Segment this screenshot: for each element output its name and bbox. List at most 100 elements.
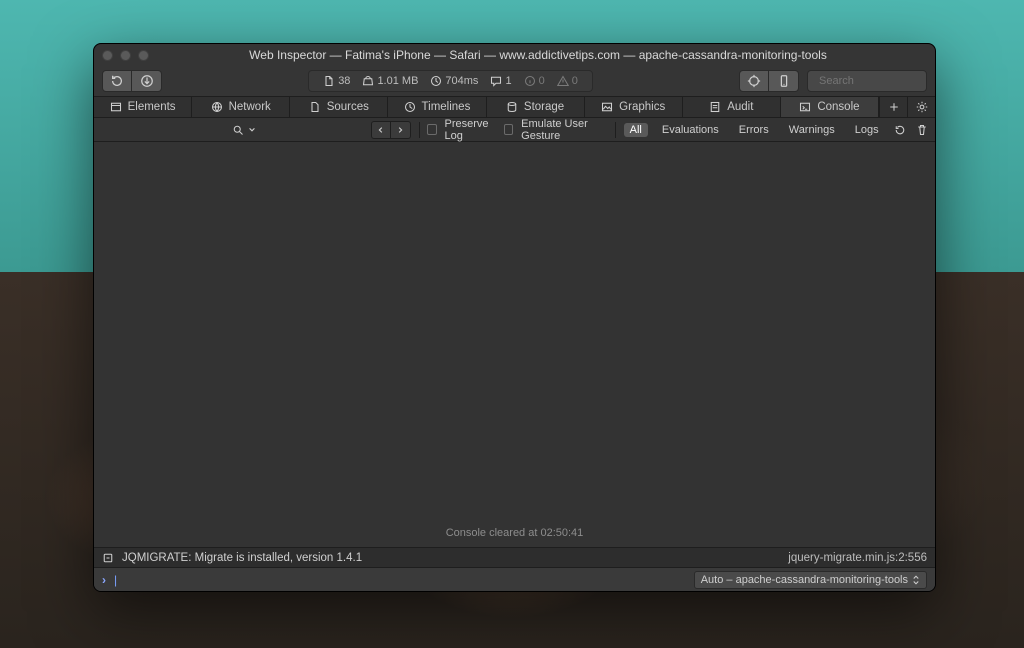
crosshair-icon	[747, 74, 761, 88]
plus-icon	[888, 101, 900, 113]
elements-icon	[110, 101, 122, 113]
tab-network-label: Network	[229, 101, 271, 113]
traffic-lights	[102, 50, 149, 61]
filter-all[interactable]: All	[624, 123, 648, 137]
execution-context-selector[interactable]: Auto – apache-cassandra-monitoring-tools	[694, 571, 927, 589]
element-selection-button[interactable]	[739, 70, 769, 92]
message-icon	[490, 75, 502, 87]
metric-messages: 1	[486, 75, 515, 87]
console-log-message: JQMIGRATE: Migrate is installed, version…	[122, 552, 362, 564]
inspector-toolbar: 38 1.01 MB 704ms 1 0 0	[94, 66, 935, 96]
metric-warnings: 0	[553, 75, 582, 87]
tab-graphics[interactable]: Graphics	[585, 97, 683, 117]
metric-size-value: 1.01 MB	[377, 75, 418, 87]
audit-icon	[709, 101, 721, 113]
console-prompt-row: › | Auto – apache-cassandra-monitoring-t…	[94, 567, 935, 591]
inspector-tabs: Elements Network Sources Timelines Stora…	[94, 96, 935, 118]
settings-button[interactable]	[907, 97, 935, 117]
zoom-window-button[interactable]	[138, 50, 149, 61]
tab-timelines[interactable]: Timelines	[388, 97, 486, 117]
metric-resources: 38	[319, 75, 354, 87]
console-cleared-message: Console cleared at 02:50:41	[94, 527, 935, 539]
chevron-right-icon	[396, 126, 404, 134]
filter-logs[interactable]: Logs	[849, 123, 885, 137]
toolbar-search-input[interactable]	[819, 75, 936, 87]
filter-evaluations[interactable]: Evaluations	[656, 123, 725, 137]
clock-icon	[430, 75, 442, 87]
prompt-cursor: |	[114, 573, 117, 587]
download-icon	[140, 74, 154, 88]
web-inspector-window: Web Inspector — Fatima's iPhone — Safari…	[93, 43, 936, 592]
tab-timelines-label: Timelines	[422, 101, 471, 113]
tab-elements-label: Elements	[128, 101, 176, 113]
weight-icon	[362, 75, 374, 87]
chevron-left-icon	[377, 126, 385, 134]
console-filter-bar: Preserve Log Emulate User Gesture All Ev…	[94, 118, 935, 142]
timelines-icon	[404, 101, 416, 113]
tab-audit[interactable]: Audit	[683, 97, 781, 117]
tab-storage[interactable]: Storage	[487, 97, 585, 117]
metric-info: 0	[520, 75, 549, 87]
file-icon	[323, 75, 335, 87]
metric-messages-value: 1	[505, 75, 511, 87]
titlebar: Web Inspector — Fatima's iPhone — Safari…	[94, 44, 935, 66]
reload-console-button[interactable]	[893, 121, 907, 139]
reload-icon	[110, 74, 124, 88]
sources-icon	[309, 101, 321, 113]
tab-audit-label: Audit	[727, 101, 753, 113]
trash-icon	[916, 124, 928, 136]
emulate-user-gesture-label: Emulate User Gesture	[521, 118, 607, 142]
window-title: Web Inspector — Fatima's iPhone — Safari…	[149, 48, 927, 62]
tab-graphics-label: Graphics	[619, 101, 665, 113]
tab-elements[interactable]: Elements	[94, 97, 192, 117]
device-button[interactable]	[769, 70, 799, 92]
new-tab-button[interactable]	[879, 97, 907, 117]
updown-icon	[912, 574, 920, 586]
prompt-chevron-icon: ›	[102, 573, 106, 587]
console-log-source[interactable]: jquery-migrate.min.js:2:556	[788, 552, 927, 564]
console-prompt-input[interactable]	[125, 572, 686, 587]
metric-warnings-value: 0	[572, 75, 578, 87]
warning-icon	[557, 75, 569, 87]
graphics-icon	[601, 101, 613, 113]
minimize-window-button[interactable]	[120, 50, 131, 61]
network-icon	[211, 101, 223, 113]
console-icon	[799, 101, 811, 113]
preserve-log-checkbox[interactable]	[427, 124, 436, 135]
tab-console[interactable]: Console	[781, 97, 879, 117]
toolbar-search[interactable]	[807, 70, 927, 92]
tab-sources-label: Sources	[327, 101, 369, 113]
metric-resources-value: 38	[338, 75, 350, 87]
clear-console-button[interactable]	[915, 121, 929, 139]
download-button[interactable]	[132, 70, 162, 92]
console-log-row[interactable]: JQMIGRATE: Migrate is installed, version…	[94, 547, 935, 567]
storage-icon	[506, 101, 518, 113]
emulate-user-gesture-checkbox[interactable]	[504, 124, 513, 135]
console-body: Console cleared at 02:50:41	[94, 142, 935, 547]
tab-sources[interactable]: Sources	[290, 97, 388, 117]
gear-icon	[916, 101, 928, 113]
chevron-down-icon	[248, 126, 256, 134]
info-icon	[524, 75, 536, 87]
filter-prev-button[interactable]	[371, 121, 391, 139]
activity-metrics: 38 1.01 MB 704ms 1 0 0	[308, 70, 593, 92]
search-icon	[232, 124, 244, 136]
reload-button[interactable]	[102, 70, 132, 92]
tab-network[interactable]: Network	[192, 97, 290, 117]
log-level-icon	[102, 552, 114, 564]
filter-next-button[interactable]	[391, 121, 411, 139]
console-filter-search[interactable]	[226, 121, 362, 139]
metric-time-value: 704ms	[445, 75, 478, 87]
metric-info-value: 0	[539, 75, 545, 87]
close-window-button[interactable]	[102, 50, 113, 61]
tab-storage-label: Storage	[524, 101, 564, 113]
metric-time: 704ms	[426, 75, 482, 87]
filter-warnings[interactable]: Warnings	[783, 123, 841, 137]
execution-context-label: Auto – apache-cassandra-monitoring-tools	[701, 574, 908, 586]
filter-errors[interactable]: Errors	[733, 123, 775, 137]
device-icon	[777, 74, 791, 88]
metric-size: 1.01 MB	[358, 75, 422, 87]
tab-console-label: Console	[817, 101, 859, 113]
preserve-log-label: Preserve Log	[445, 118, 497, 142]
reload-icon	[894, 124, 906, 136]
